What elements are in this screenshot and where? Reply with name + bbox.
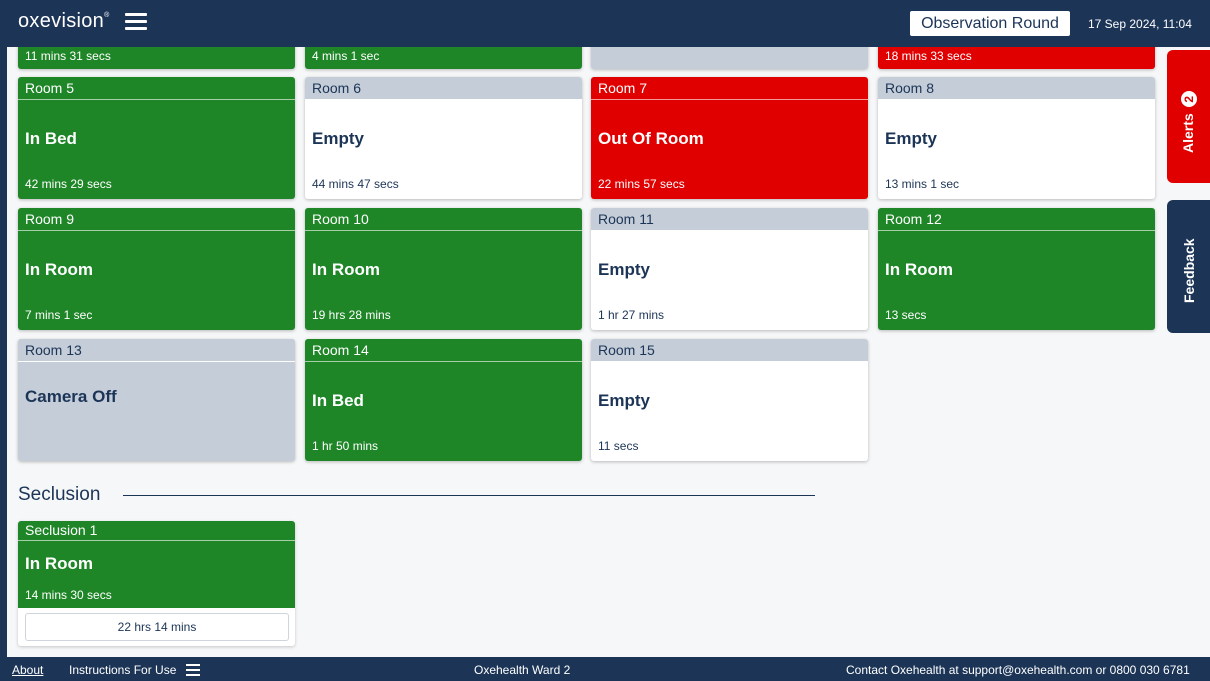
seclusion-timer: 14 mins 30 secs — [25, 588, 112, 602]
room-timer: 7 mins 1 sec — [25, 308, 93, 322]
room-card-partial-4[interactable]: 18 mins 33 secs — [878, 47, 1155, 69]
section-divider — [123, 495, 815, 496]
room-title: Room 12 — [878, 208, 1155, 231]
room-timer: 1 hr 27 mins — [598, 308, 665, 322]
room-card-11[interactable]: Room 11 Empty 1 hr 27 mins — [591, 208, 868, 330]
seclusion-card-1[interactable]: Seclusion 1 In Room 14 mins 30 secs 22 h… — [18, 521, 295, 646]
room-title: Room 5 — [18, 77, 295, 100]
contact-info: Contact Oxehealth at support@oxehealth.c… — [846, 663, 1190, 677]
room-timer: 18 mins 33 secs — [885, 49, 972, 63]
room-title: Room 7 — [591, 77, 868, 100]
room-card-13[interactable]: Room 13 Camera Off — [18, 339, 295, 461]
room-card-9[interactable]: Room 9 In Room 7 mins 1 sec — [18, 208, 295, 330]
room-card-partial-3[interactable] — [591, 47, 868, 69]
alerts-label: Alerts — [1180, 113, 1196, 153]
room-card-partial-1[interactable]: 11 mins 31 secs — [18, 47, 295, 69]
room-timer: 19 hrs 28 mins — [312, 308, 391, 322]
seclusion-status: In Room — [25, 554, 93, 573]
top-bar: oxevision® Observation Round 17 Sep 2024… — [0, 0, 1210, 47]
feedback-tab[interactable]: Feedback — [1167, 200, 1210, 333]
current-datetime: 17 Sep 2024, 11:04 — [1088, 17, 1192, 31]
room-status: Empty — [885, 129, 937, 148]
room-timer: 13 secs — [885, 308, 927, 322]
room-title: Room 14 — [305, 339, 582, 362]
room-status: Out Of Room — [598, 129, 704, 148]
room-card-6[interactable]: Room 6 Empty 44 mins 47 secs — [305, 77, 582, 199]
room-card-10[interactable]: Room 10 In Room 19 hrs 28 mins — [305, 208, 582, 330]
observation-round-button[interactable]: Observation Round — [910, 11, 1070, 36]
room-timer: 4 mins 1 sec — [312, 49, 380, 63]
room-title: Room 11 — [591, 208, 868, 230]
footer-bar: About Instructions For Use Oxehealth War… — [0, 657, 1210, 681]
about-link[interactable]: About — [12, 663, 43, 677]
room-title: Room 13 — [18, 339, 295, 362]
alerts-tab[interactable]: Alerts 2 — [1167, 50, 1210, 183]
room-status: Empty — [312, 129, 364, 148]
room-timer: 44 mins 47 secs — [312, 177, 399, 191]
room-title: Room 8 — [878, 77, 1155, 99]
room-status: In Room — [885, 260, 953, 279]
room-title: Room 6 — [305, 77, 582, 99]
room-status: Empty — [598, 260, 650, 279]
room-card-partial-2[interactable]: 4 mins 1 sec — [305, 47, 582, 69]
room-timer: 13 mins 1 sec — [885, 177, 960, 191]
instructions-for-use-link[interactable]: Instructions For Use — [69, 663, 176, 677]
seclusion-heading: Seclusion — [18, 484, 101, 505]
room-card-5[interactable]: Room 5 In Bed 42 mins 29 secs — [18, 77, 295, 199]
seclusion-status-panel: Seclusion 1 In Room 14 mins 30 secs — [18, 521, 295, 608]
room-card-12[interactable]: Room 12 In Room 13 secs — [878, 208, 1155, 330]
ward-name: Oxehealth Ward 2 — [474, 663, 571, 677]
room-timer: 22 mins 57 secs — [598, 177, 685, 191]
oxevision-logo[interactable]: oxevision® — [18, 10, 110, 33]
room-title: Room 10 — [305, 208, 582, 231]
room-status: In Room — [312, 260, 380, 279]
instructions-menu-icon[interactable] — [186, 664, 200, 679]
alerts-count-badge: 2 — [1181, 91, 1197, 108]
room-timer: 11 mins 31 secs — [25, 49, 111, 63]
alerts-label-group: Alerts 2 — [1180, 91, 1197, 153]
seclusion-title: Seclusion 1 — [18, 521, 295, 541]
room-status: In Room — [25, 260, 93, 279]
room-status: Camera Off — [25, 387, 117, 406]
hamburger-menu-icon[interactable] — [125, 13, 147, 31]
seclusion-duration-button[interactable]: 22 hrs 14 mins — [25, 613, 289, 641]
room-status: In Bed — [312, 391, 364, 410]
room-card-14[interactable]: Room 14 In Bed 1 hr 50 mins — [305, 339, 582, 461]
room-card-7[interactable]: Room 7 Out Of Room 22 mins 57 secs — [591, 77, 868, 199]
room-timer: 42 mins 29 secs — [25, 177, 112, 191]
feedback-label: Feedback — [1181, 238, 1197, 303]
room-status: Empty — [598, 391, 650, 410]
room-status: In Bed — [25, 129, 77, 148]
room-grid-area: 11 mins 31 secs 4 mins 1 sec 18 mins 33 … — [7, 47, 1169, 657]
room-card-8[interactable]: Room 8 Empty 13 mins 1 sec — [878, 77, 1155, 199]
room-timer: 11 secs — [598, 439, 639, 453]
room-title: Room 15 — [591, 339, 868, 361]
room-timer: 1 hr 50 mins — [312, 439, 379, 453]
room-title: Room 9 — [18, 208, 295, 231]
room-card-15[interactable]: Room 15 Empty 11 secs — [591, 339, 868, 461]
